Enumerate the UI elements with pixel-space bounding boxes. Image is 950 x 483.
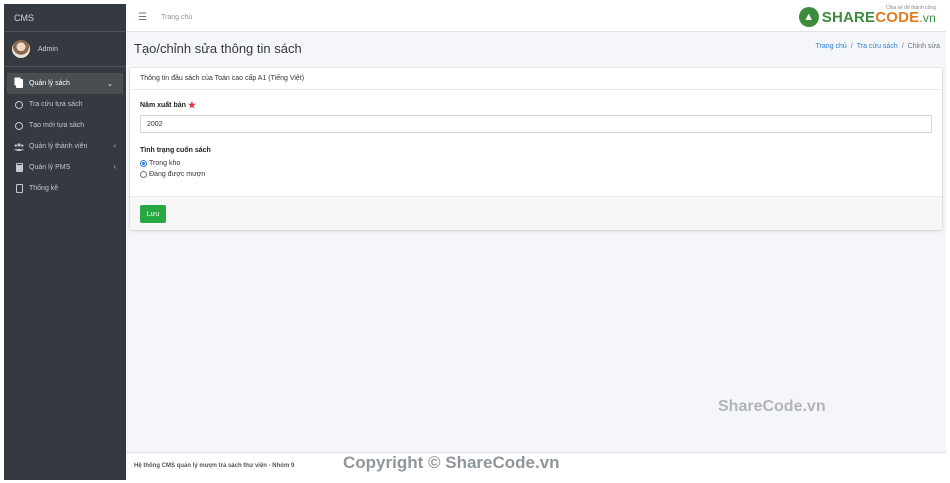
sidebar-item-label: Quản lý sách bbox=[29, 80, 70, 87]
sidebar-item-create-title[interactable]: Tạo mới tựa sách bbox=[4, 115, 126, 136]
main-content: Tạo/chỉnh sửa thông tin sách Trang chủ / T… bbox=[126, 32, 946, 452]
year-label: Năm xuất bản ★ bbox=[140, 99, 196, 110]
sidebar-item-statistics[interactable]: Thống kê bbox=[4, 178, 126, 199]
radio-borrowed[interactable] bbox=[140, 170, 147, 178]
watermark-text: ShareCode.vn bbox=[718, 398, 826, 415]
card-header: Thông tin đầu sách của Toán cao cấp A1 (… bbox=[130, 68, 942, 90]
hamburger-icon[interactable]: ☰ bbox=[138, 12, 147, 23]
book-icon bbox=[14, 163, 24, 173]
app-root: CMS Admin Quản lý sách ⌄ Tra cứu tựa sác… bbox=[0, 0, 950, 483]
radio-label: Trong kho bbox=[149, 159, 181, 167]
sidebar-item-label: Quản lý thành viên bbox=[29, 143, 88, 150]
copyright-watermark: Copyright © ShareCode.vn bbox=[343, 453, 560, 472]
breadcrumb-separator: / bbox=[850, 43, 853, 50]
required-star-icon: ★ bbox=[187, 99, 196, 110]
status-option-borrowed[interactable]: Đang được mượn bbox=[140, 169, 932, 179]
sidebar-item-label: Quản lý PMS bbox=[29, 164, 71, 171]
logo-text: SHARECODE.vn bbox=[821, 8, 936, 26]
user-name: Admin bbox=[38, 45, 58, 53]
page-title: Tạo/chỉnh sửa thông tin sách bbox=[134, 41, 302, 56]
sidebar-item-label: Tra cứu tựa sách bbox=[29, 101, 83, 108]
breadcrumb-search[interactable]: Tra cứu sách bbox=[857, 43, 898, 50]
sidebar: CMS Admin Quản lý sách ⌄ Tra cứu tựa sác… bbox=[4, 4, 126, 480]
sharecode-logo: ▲ SHARECODE.vn Chia sẻ để thành công bbox=[798, 5, 936, 27]
breadcrumb-home[interactable]: Trang chủ bbox=[816, 43, 847, 50]
circle-icon bbox=[14, 121, 24, 131]
circle-icon bbox=[14, 100, 24, 110]
logo-tagline: Chia sẻ để thành công bbox=[885, 5, 936, 11]
chevron-left-icon: ‹ bbox=[113, 143, 116, 150]
user-panel[interactable]: Admin bbox=[4, 32, 126, 67]
radio-label: Đang được mượn bbox=[149, 170, 206, 178]
radio-in-stock[interactable] bbox=[140, 159, 147, 167]
save-button[interactable]: Lưu bbox=[140, 205, 166, 223]
logo-icon: ▲ bbox=[798, 7, 819, 27]
sidebar-item-search-titles[interactable]: Tra cứu tựa sách bbox=[4, 94, 126, 115]
breadcrumb-current: Chỉnh sửa bbox=[907, 43, 940, 50]
status-option-in-stock[interactable]: Trong kho bbox=[140, 158, 932, 168]
sidebar-item-book-management[interactable]: Quản lý sách ⌄ bbox=[7, 73, 123, 94]
footer: Hệ thống CMS quản lý mượn trả sách thư v… bbox=[126, 452, 946, 480]
books-icon bbox=[14, 79, 24, 89]
users-icon bbox=[14, 142, 24, 152]
chevron-left-icon: ‹ bbox=[113, 164, 116, 171]
breadcrumb-separator: / bbox=[901, 43, 904, 50]
year-input[interactable] bbox=[140, 115, 932, 133]
chevron-down-icon: ⌄ bbox=[107, 80, 113, 88]
topbar: ☰ Trang chủ ▲ SHARECODE.vn Chia sẻ để th… bbox=[126, 4, 946, 32]
footer-text: Hệ thống CMS quản lý mượn trả sách thư v… bbox=[134, 463, 295, 469]
book-edit-form: Năm xuất bản★ Tình trạng cuốn sách Trong… bbox=[130, 90, 942, 188]
brand-link[interactable]: CMS bbox=[4, 4, 126, 32]
sidebar-item-member-management[interactable]: Quản lý thành viên ‹ bbox=[4, 136, 126, 157]
file-icon bbox=[14, 184, 24, 194]
sidebar-nav: Quản lý sách ⌄ Tra cứu tựa sách Tạo mới … bbox=[4, 67, 126, 199]
sidebar-item-label: Thống kê bbox=[29, 185, 59, 192]
sidebar-item-pms-management[interactable]: Quản lý PMS ‹ bbox=[4, 157, 126, 178]
breadcrumb: Trang chủ / Tra cứu sách / Chỉnh sửa bbox=[816, 43, 941, 50]
status-group: Tình trạng cuốn sách Trong kho Đang được… bbox=[140, 144, 932, 179]
status-label: Tình trạng cuốn sách bbox=[140, 146, 211, 154]
sidebar-item-label: Tạo mới tựa sách bbox=[29, 122, 85, 129]
card-footer: Lưu bbox=[130, 196, 942, 230]
book-edit-card: Thông tin đầu sách của Toán cao cấp A1 (… bbox=[130, 68, 942, 230]
avatar bbox=[12, 40, 30, 58]
top-nav-home-link[interactable]: Trang chủ bbox=[161, 14, 192, 21]
